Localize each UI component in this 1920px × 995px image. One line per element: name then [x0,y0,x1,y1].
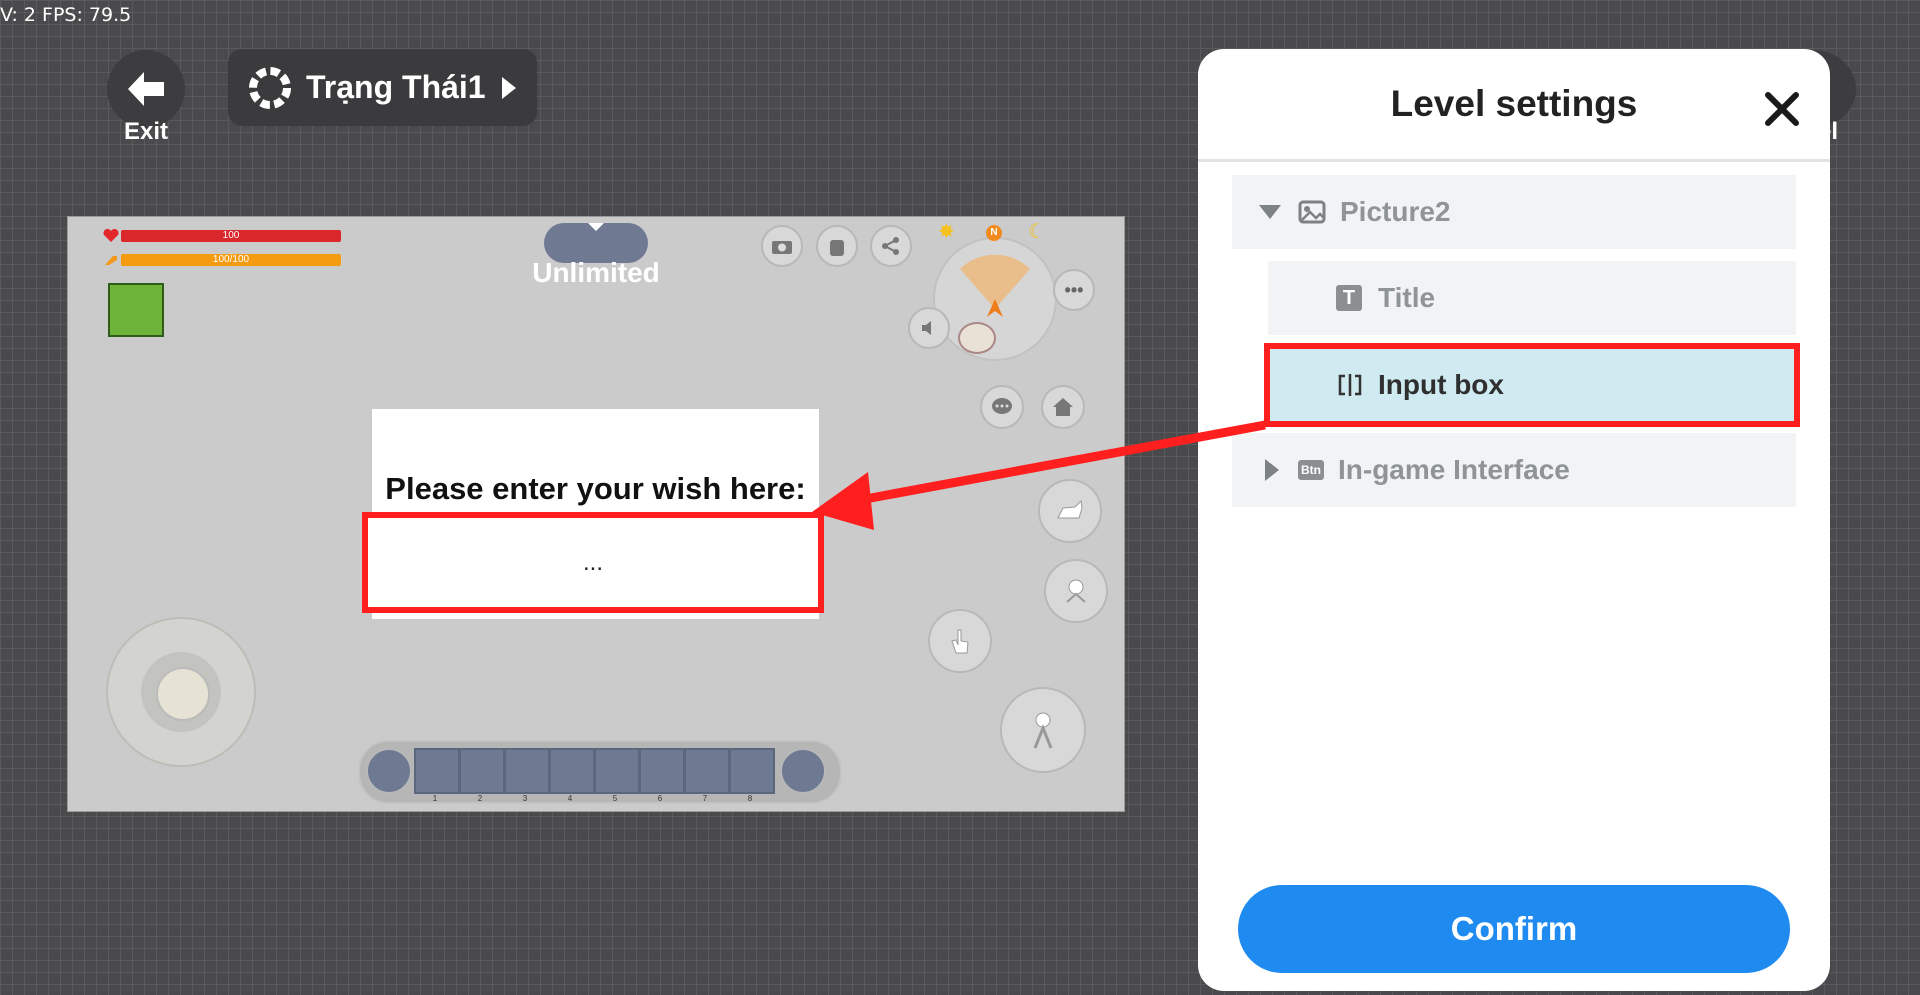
tree-item-input-box[interactable]: Input box [1264,343,1800,427]
health-bar: 100 [121,230,341,242]
inventory-icon[interactable] [780,748,826,794]
heart-icon [103,229,119,242]
tree-item-label: In-game Interface [1338,454,1570,485]
hotbar-slot[interactable] [729,748,775,794]
hotbar-slot[interactable] [639,748,685,794]
hotbar-slot-number: 8 [747,794,753,803]
image-icon [1298,200,1326,224]
jump-icon[interactable] [1000,687,1086,773]
panel-title: Level settings [1390,83,1638,124]
text-icon: T [1336,285,1362,311]
home-icon[interactable] [1041,385,1085,429]
chat-icon[interactable] [980,385,1024,429]
mode-label: Unlimited [532,257,660,288]
level-settings-panel: Level settings Picture2 T Title Input bo… [1198,49,1830,991]
game-preview: 100 100/100 Unlimited N ✸ ☾ ••• Please e… [67,216,1125,812]
tree-item-in-game-interface[interactable]: Btn In-game Interface [1232,433,1796,507]
hotbar-slot-number: 6 [657,794,663,803]
hotbar: 1 2 3 4 5 6 7 8 [358,740,842,804]
input-box-icon [1338,374,1362,396]
joystick-knob[interactable] [156,667,210,721]
hotbar-slot-number: 7 [702,794,708,803]
fps-debug-overlay: V: 2 FPS: 79.5 [0,4,132,26]
pet-avatar-icon [958,322,996,354]
moon-icon: ☾ [1028,221,1046,243]
mount-icon[interactable] [1038,479,1102,543]
tree-item-label: Title [1378,282,1436,313]
stamina-bar: 100/100 [121,254,341,266]
wish-dialog-title: Please enter your wish here: [385,471,806,506]
speaker-icon[interactable] [908,307,950,349]
hotbar-slot[interactable] [549,748,595,794]
lifebuoy-icon [248,66,292,110]
play-icon [500,75,518,101]
compass-north-badge: N [986,225,1002,241]
sun-icon: ✸ [938,221,955,243]
state-label: Trạng Thái1 [306,69,486,105]
state-selector-button[interactable]: Trạng Thái1 [228,49,537,126]
caret-right-icon [1265,459,1279,481]
wish-dialog: Please enter your wish here: ... [362,409,824,619]
hotbar-slot-number: 2 [477,794,483,803]
back-arrow-icon [128,72,164,106]
hotbar-slot[interactable] [414,748,460,794]
backpack-icon[interactable] [816,225,858,267]
more-options-icon[interactable]: ••• [1053,269,1095,311]
tree-item-picture2[interactable]: Picture2 [1232,175,1796,249]
caret-down-icon [1259,205,1281,219]
crafting-icon[interactable] [366,748,412,794]
tree-item-label: Input box [1378,369,1504,400]
exit-button[interactable] [107,50,185,128]
wish-input-box[interactable]: ... [362,512,824,613]
hotbar-slot[interactable] [684,748,730,794]
hotbar-slot-number: 3 [522,794,528,803]
hotbar-slot[interactable] [504,748,550,794]
hotbar-slot[interactable] [459,748,505,794]
camera-icon[interactable] [761,225,803,267]
chevron-down-icon [588,223,604,231]
confirm-button[interactable]: Confirm [1238,885,1790,973]
close-icon[interactable] [1760,87,1804,131]
hotbar-slot-number: 1 [432,794,438,803]
movement-joystick[interactable] [106,617,256,767]
hotbar-slot-number: 4 [567,794,573,803]
button-icon: Btn [1298,460,1324,480]
strength-buff-icon [108,283,164,337]
exit-label: Exit [123,118,168,145]
hotbar-slot-number: 5 [612,794,618,803]
hotbar-slot[interactable] [594,748,640,794]
stamina-icon [105,256,117,265]
share-icon[interactable] [870,225,912,267]
panel-divider [1198,159,1830,162]
emote-icon[interactable] [1044,559,1108,623]
interact-hand-icon[interactable] [928,609,992,673]
tree-item-label: Picture2 [1340,196,1451,227]
tree-item-title[interactable]: T Title [1268,261,1796,335]
